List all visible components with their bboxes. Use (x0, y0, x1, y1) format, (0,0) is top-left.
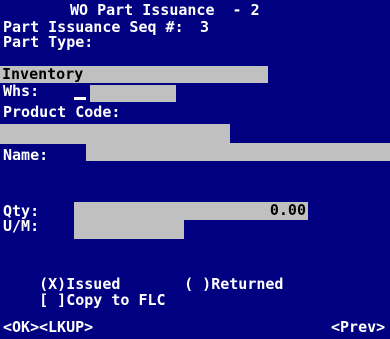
issued-radio[interactable]: (X)Issued (3, 262, 120, 292)
qty-value: 0.00 (269, 201, 306, 219)
whs-field[interactable] (90, 85, 176, 102)
copy-to-flc-checkbox[interactable]: [ ]Copy to FLC (3, 278, 165, 308)
returned-radio[interactable]: ( )Returned (148, 262, 283, 292)
product-code-field[interactable] (0, 124, 230, 144)
part-type-value: Inventory (2, 65, 84, 83)
um-field[interactable] (74, 219, 184, 239)
terminal-screen: WO Part Issuance - 2 Part Issuance Seq #… (0, 0, 390, 339)
qty-field[interactable]: 0.00 (74, 202, 308, 220)
name-field[interactable] (86, 143, 390, 161)
product-code-label: Product Code: (3, 103, 121, 121)
prev-button[interactable]: <Prev> (331, 320, 385, 335)
whs-label: Whs: (3, 82, 40, 100)
returned-radio-mark: ( ) (184, 275, 212, 293)
returned-radio-label: Returned (211, 275, 284, 293)
ok-button[interactable]: <OK> (3, 320, 39, 335)
part-type-field[interactable]: Inventory (0, 66, 268, 83)
part-type-label: Part Type: (3, 33, 94, 51)
um-label: U/M: (3, 217, 40, 235)
copy-to-flc-mark: [ ] (39, 291, 67, 309)
screen-title: WO Part Issuance - 2 (70, 1, 260, 19)
copy-to-flc-label: Copy to FLC (66, 291, 166, 309)
seq-value: 3 (200, 18, 210, 36)
text-cursor (74, 97, 86, 100)
lookup-button[interactable]: <LKUP> (39, 320, 93, 335)
name-label: Name: (3, 146, 49, 164)
